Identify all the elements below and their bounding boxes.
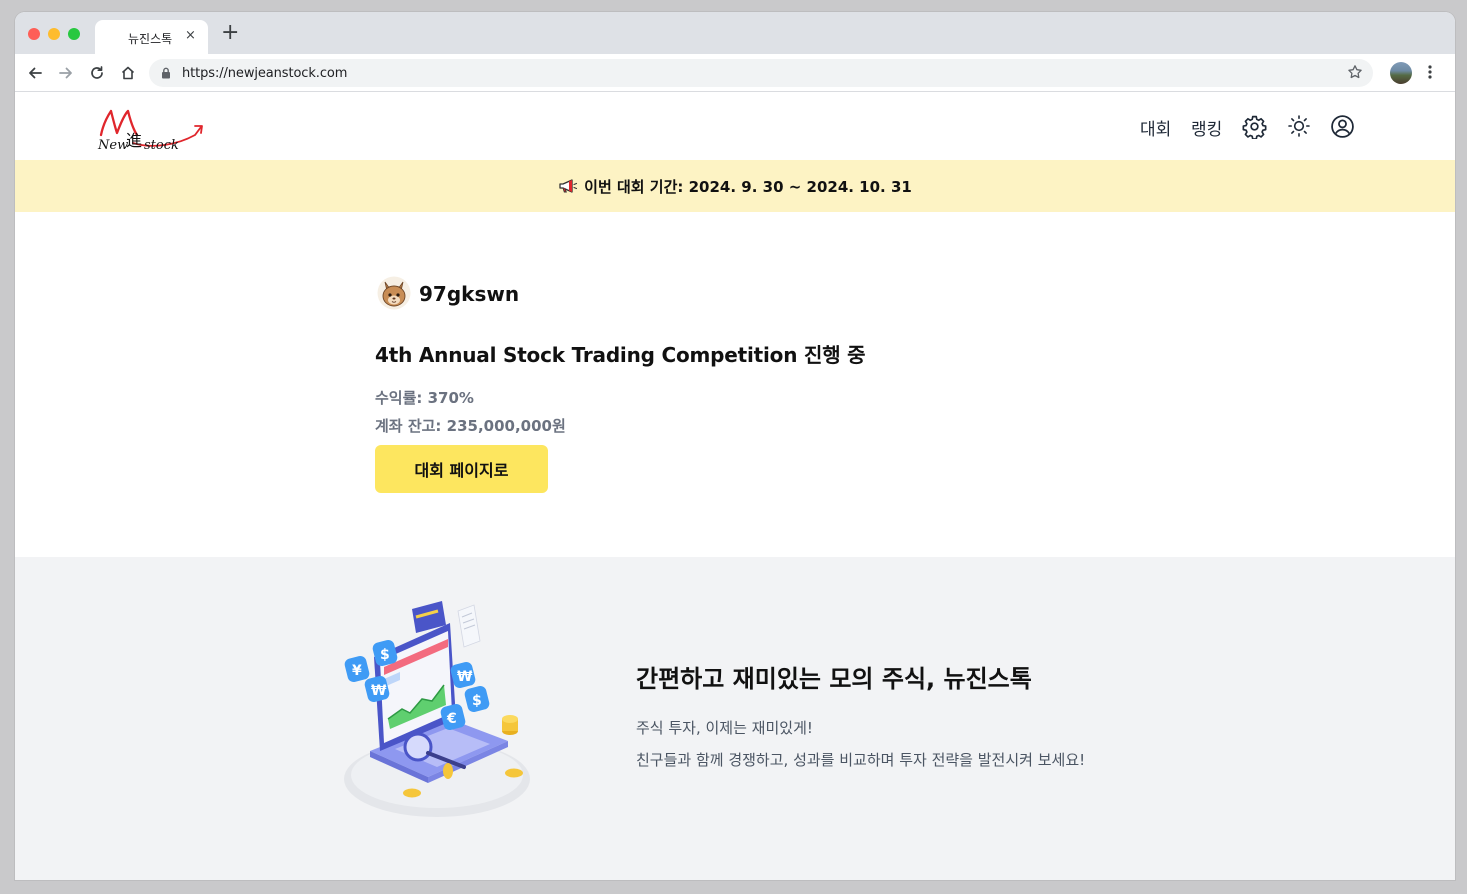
- reload-icon: [91, 66, 103, 79]
- svg-text:stock: stock: [144, 138, 179, 151]
- home-icon: [121, 66, 135, 80]
- user-circle-icon[interactable]: [1330, 114, 1355, 139]
- browser-tab[interactable]: 뉴진스톡 ×: [95, 20, 208, 54]
- nav-competition-link[interactable]: 대회: [1140, 115, 1171, 140]
- svg-text:€: €: [446, 711, 457, 727]
- web-page: New 進 stock 대회 랭킹 이번 대회 기간: 2024. 9. 30 …: [15, 93, 1455, 880]
- competition-status-title: 4th Annual Stock Trading Competition 진행 …: [375, 343, 866, 367]
- sun-icon[interactable]: [1287, 114, 1311, 138]
- address-bar[interactable]: https://newjeanstock.com: [149, 59, 1373, 87]
- promo-section: ¥ $ ₩ ₩ $ € 간편하고 재미있는 모의 주식, 뉴진스톡 주식 투자,…: [15, 557, 1455, 880]
- banner-text: 이번 대회 기간: 2024. 9. 30 ~ 2024. 10. 31: [584, 177, 912, 196]
- go-to-competition-label: 대회 페이지로: [414, 461, 509, 480]
- arrow-right-icon: [59, 67, 72, 79]
- home-button[interactable]: [117, 62, 139, 84]
- svg-text:₩: ₩: [371, 683, 387, 699]
- promo-title: 간편하고 재미있는 모의 주식, 뉴진스톡: [636, 665, 1032, 693]
- forward-button[interactable]: [55, 62, 77, 84]
- browser-profile-avatar[interactable]: [1390, 62, 1412, 84]
- promo-line-1: 주식 투자, 이제는 재미있게!: [636, 719, 813, 737]
- arrow-left-icon: [29, 67, 42, 79]
- svg-text:進: 進: [126, 131, 142, 150]
- site-logo[interactable]: New 進 stock: [97, 105, 207, 156]
- minimize-window-button[interactable]: [48, 28, 60, 40]
- url-text: https://newjeanstock.com: [182, 66, 348, 81]
- promo-line-2: 친구들과 함께 경쟁하고, 성과를 비교하며 투자 전략을 발전시켜 보세요!: [636, 751, 1086, 769]
- username: 97gkswn: [419, 282, 520, 306]
- browser-toolbar: https://newjeanstock.com: [15, 54, 1455, 92]
- gear-icon[interactable]: [1242, 114, 1267, 139]
- reload-button[interactable]: [86, 62, 108, 84]
- tab-close-icon[interactable]: ×: [185, 28, 196, 43]
- more-menu-icon[interactable]: [1427, 64, 1433, 80]
- tab-strip: 뉴진스톡 × +: [15, 12, 1455, 54]
- return-rate: 수익률: 370%: [375, 389, 474, 407]
- megaphone-icon: [559, 179, 578, 193]
- user-summary-section: 97gkswn 4th Annual Stock Trading Competi…: [15, 212, 1455, 557]
- competition-period-banner: 이번 대회 기간: 2024. 9. 30 ~ 2024. 10. 31: [15, 160, 1455, 212]
- maximize-window-button[interactable]: [68, 28, 80, 40]
- svg-text:$: $: [380, 647, 390, 663]
- new-tab-button[interactable]: +: [221, 22, 239, 44]
- svg-text:¥: ¥: [352, 663, 362, 679]
- svg-text:₩: ₩: [457, 669, 473, 685]
- banner-content: 이번 대회 기간: 2024. 9. 30 ~ 2024. 10. 31: [558, 176, 912, 197]
- newjeanstock-logo-icon: New 進 stock: [97, 109, 203, 153]
- bookmark-star-icon[interactable]: [1347, 64, 1363, 80]
- go-to-competition-button[interactable]: 대회 페이지로: [375, 445, 548, 493]
- back-button[interactable]: [24, 62, 46, 84]
- account-balance: 계좌 잔고: 235,000,000원: [375, 417, 566, 435]
- site-header: New 進 stock 대회 랭킹: [15, 93, 1455, 160]
- svg-text:New: New: [97, 138, 128, 151]
- avatar: [377, 276, 411, 310]
- nav-ranking-link[interactable]: 랭킹: [1191, 115, 1222, 140]
- close-window-button[interactable]: [28, 28, 40, 40]
- svg-text:$: $: [472, 693, 482, 709]
- browser-window: 뉴진스톡 × + https://newjeanstock.com New 進 …: [15, 12, 1455, 880]
- tab-title: 뉴진스톡: [128, 32, 173, 46]
- stock-trading-illustration: ¥ $ ₩ ₩ $ €: [344, 601, 530, 817]
- lock-icon: [162, 67, 170, 79]
